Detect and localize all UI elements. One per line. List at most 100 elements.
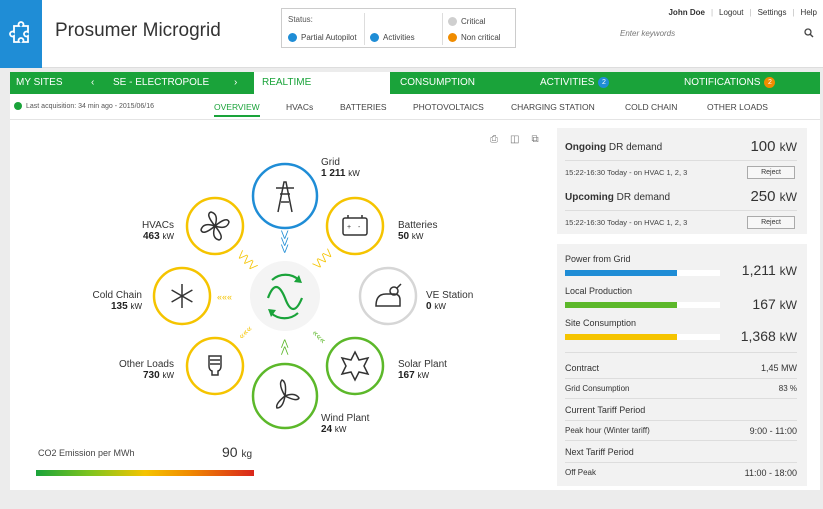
contract-value: 1,45 MW <box>760 363 797 373</box>
tab-batteries[interactable]: BATTERIES <box>340 102 387 112</box>
svg-text:⋁⋁⋁: ⋁⋁⋁ <box>236 248 260 272</box>
logout-link[interactable]: Logout <box>719 8 743 17</box>
co2-value: 90 kg <box>222 444 252 460</box>
user-name[interactable]: John Doe <box>668 8 704 17</box>
tab-other-loads[interactable]: OTHER LOADS <box>707 102 768 112</box>
nav-my-sites[interactable]: MY SITES <box>16 72 63 94</box>
next-tariff-row: Off Peak 11:00 - 18:00 <box>565 468 797 478</box>
grid-consumption-label: Grid Consumption <box>565 384 630 393</box>
tab-overview[interactable]: OVERVIEW <box>214 102 260 117</box>
upcoming-dr-detail: 15:22-16:30 Today - on HVAC 1, 2, 3 <box>565 218 688 227</box>
upcoming-label: Upcoming <box>565 192 614 203</box>
node-value: 167 <box>398 370 415 381</box>
nav-activities[interactable]: ACTIVITIES 2 <box>540 72 610 94</box>
status-box: Status: Partial Autopilot Activities Cri… <box>281 8 516 48</box>
power-grid-label: Power from Grid <box>565 254 631 264</box>
node-name: VE Station <box>426 290 474 301</box>
local-production-label: Local Production <box>565 286 633 296</box>
critical-icon <box>448 17 457 26</box>
power-grid-bar-track <box>565 270 720 276</box>
node-unit: kW <box>348 169 360 178</box>
other-loads-node[interactable] <box>185 336 245 396</box>
node-unit: kW <box>334 425 347 434</box>
nav-next-site-icon[interactable]: › <box>234 72 237 94</box>
power-panel: Power from Grid 1,211 kW Local Productio… <box>557 244 807 486</box>
activities-badge: 2 <box>598 76 610 88</box>
help-link[interactable]: Help <box>801 8 817 17</box>
nav-site[interactable]: SE - ELECTROPOLE <box>113 72 209 94</box>
user-menu: John Doe | Logout | Settings | Help <box>668 8 817 17</box>
nav-realtime[interactable]: REALTIME <box>254 72 390 94</box>
status-non-critical[interactable]: Non critical <box>448 33 501 42</box>
node-value: 135 <box>110 301 128 312</box>
current-tariff-row: Peak hour (Winter tariff) 9:00 - 11:00 <box>565 426 797 436</box>
upcoming-number: 250 <box>750 188 776 205</box>
node-name: Batteries <box>398 220 438 231</box>
nav-consumption[interactable]: CONSUMPTION <box>400 72 475 94</box>
wind-flow-arrows: ⋀⋀ <box>280 338 289 355</box>
settings-link[interactable]: Settings <box>758 8 787 17</box>
tab-hvacs[interactable]: HVACs <box>286 102 313 112</box>
node-name: Other Loads <box>118 359 174 370</box>
svg-text:⋁: ⋁ <box>280 243 289 253</box>
node-unit: kW <box>130 302 142 311</box>
ongoing-number: 100 <box>750 138 776 155</box>
node-value: 0 <box>426 301 432 312</box>
autopilot-icon <box>288 33 297 42</box>
search-input[interactable]: Enter keywords <box>612 24 818 42</box>
next-tariff-label: Next Tariff Period <box>565 447 634 457</box>
app-logo[interactable] <box>0 0 42 68</box>
batteries-node[interactable] <box>325 196 385 256</box>
ongoing-label: Ongoing <box>565 142 607 153</box>
power-grid-unit: kW <box>779 264 797 278</box>
reject-ongoing-button[interactable]: Reject <box>747 166 795 179</box>
nav-activities-label: ACTIVITIES <box>540 77 595 88</box>
ve-station-label: VE Station 0 kW <box>426 290 473 312</box>
svg-text:⋀: ⋀ <box>280 345 289 355</box>
tab-photovoltaics[interactable]: PHOTOVOLTAICS <box>413 102 484 112</box>
site-consumption-value: 1,368 kW <box>741 328 797 344</box>
ve-station-node[interactable] <box>358 266 418 326</box>
tab-cold-chain[interactable]: COLD CHAIN <box>625 102 677 112</box>
grid-flow-arrows: ⋁⋁⋁ <box>280 229 289 253</box>
ongoing-dr-value: 100 kW <box>750 138 797 155</box>
ongoing-rest: DR demand <box>606 142 663 153</box>
solar-node[interactable] <box>325 336 385 396</box>
node-value: 50 <box>398 231 410 242</box>
sub-nav: Last acquisition: 34 min ago - 2015/06/1… <box>10 94 820 120</box>
activities-icon <box>370 33 379 42</box>
search-icon[interactable] <box>804 28 814 38</box>
node-name: Solar Plant <box>398 359 447 370</box>
last-acquisition: Last acquisition: 34 min ago - 2015/06/1… <box>14 102 154 110</box>
status-activities[interactable]: Activities <box>370 33 415 42</box>
co2-gradient-bar <box>36 470 254 476</box>
node-name: Grid <box>321 157 340 168</box>
local-production-value: 167 kW <box>752 296 797 312</box>
status-item-label: Non critical <box>461 33 501 42</box>
svg-text:+: + <box>347 224 351 231</box>
nav-notifications-label: NOTIFICATIONS <box>684 77 761 88</box>
non-critical-icon <box>448 33 457 42</box>
ongoing-dr-detail: 15:22-16:30 Today - on HVAC 1, 2, 3 <box>565 168 688 177</box>
node-name: Wind Plant <box>321 413 370 424</box>
status-partial-autopilot[interactable]: Partial Autopilot <box>288 33 357 42</box>
reject-upcoming-button[interactable]: Reject <box>747 216 795 229</box>
nav-prev-site-icon[interactable]: ‹ <box>91 72 94 94</box>
cold-chain-label: Cold Chain 135 kW <box>66 290 142 312</box>
node-unit: kW <box>162 232 174 241</box>
nav-notifications[interactable]: NOTIFICATIONS 2 <box>684 72 776 94</box>
power-grid-value: 1,211 kW <box>742 262 797 278</box>
battery-flow-arrows: ⋁⋁⋁ <box>310 247 334 271</box>
upcoming-unit: kW <box>779 190 797 204</box>
site-consumption-number: 1,368 <box>740 328 776 344</box>
tab-charging-station[interactable]: CHARGING STATION <box>511 102 595 112</box>
status-item-label: Activities <box>383 33 415 42</box>
upcoming-rest: DR demand <box>613 192 671 203</box>
hvac-flow-arrows: ⋁⋁⋁ <box>236 248 260 272</box>
grid-node[interactable] <box>251 162 319 230</box>
last-acquisition-text: Last acquisition: 34 min ago - 2015/06/1… <box>26 102 155 110</box>
energy-flow-diagram: ⋁⋁⋁ ⋁⋁⋁ ⋁⋁⋁ ««« ««« ««« ⋀⋀ + - <box>152 162 418 430</box>
status-critical[interactable]: Critical <box>448 17 485 26</box>
next-tariff-time: 11:00 - 18:00 <box>744 468 797 478</box>
search-placeholder: Enter keywords <box>620 28 676 38</box>
